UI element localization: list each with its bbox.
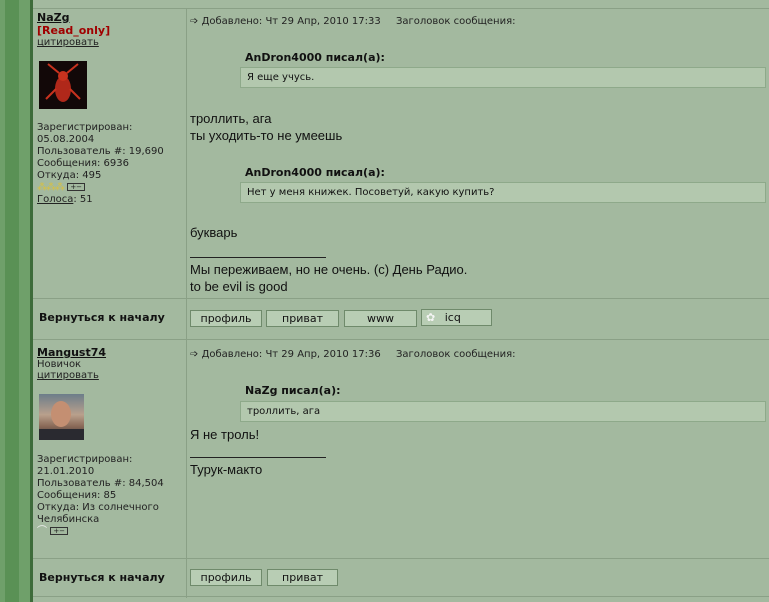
signature-line: Мы переживаем, но не очень. (с) День Рад… bbox=[190, 262, 468, 277]
votes-row: Голоса: 51 bbox=[37, 194, 183, 206]
quote-author: NaZg писал(а): bbox=[245, 384, 341, 397]
row-divider bbox=[33, 558, 769, 559]
row-divider bbox=[33, 339, 769, 340]
message-count: Сообщения: 6936 bbox=[37, 158, 130, 169]
avatar bbox=[39, 394, 84, 440]
registered-date: 05.08.2004 bbox=[37, 134, 95, 145]
post-date: Добавлено: Чт 29 Апр, 2010 17:33 bbox=[201, 16, 381, 27]
votes-value: : 51 bbox=[73, 194, 93, 205]
rating-arc-icon: ⌒ bbox=[37, 526, 47, 537]
quote-box: Я еще учусь. bbox=[240, 67, 766, 88]
post-text-line: троллить, ага bbox=[190, 111, 272, 126]
signature-line: to be evil is good bbox=[190, 279, 288, 294]
author-rank: [Read_only] bbox=[37, 24, 111, 37]
author-rank: Новичок bbox=[37, 359, 82, 370]
author-info: Зарегистрирован: 05.08.2004 Пользователь… bbox=[37, 122, 183, 206]
post-header: ➩ Добавлено: Чт 29 Апр, 2010 17:33 Загол… bbox=[190, 16, 515, 27]
registered-label: Зарегистрирован: bbox=[37, 454, 133, 465]
row-divider bbox=[33, 8, 769, 9]
registered-label: Зарегистрирован: bbox=[37, 122, 133, 133]
user-photo-icon bbox=[39, 401, 84, 440]
quote-author: AnDron4000 писал(а): bbox=[245, 166, 385, 179]
icq-label: icq bbox=[444, 311, 461, 324]
post-body: троллить, ага ты уходить-то не умеешь bbox=[190, 110, 342, 144]
pm-button[interactable]: приват bbox=[266, 310, 339, 327]
post-text-line: букварь bbox=[190, 225, 238, 240]
profile-button[interactable]: профиль bbox=[190, 569, 262, 586]
post-date: Добавлено: Чт 29 Апр, 2010 17:36 bbox=[201, 349, 381, 360]
user-number: Пользователь #: 19,690 bbox=[37, 146, 164, 157]
quote-link[interactable]: цитировать bbox=[37, 37, 183, 48]
avatar bbox=[39, 61, 87, 109]
post-text-line: Я не троль! bbox=[190, 427, 260, 442]
forum-thread: NaZg [Read_only] цитировать Зарегистриро… bbox=[33, 0, 769, 602]
post-arrow-icon[interactable]: ➩ bbox=[190, 349, 198, 360]
author-info: Зарегистрирован: 21.01.2010 Пользователь… bbox=[37, 454, 183, 538]
plus-minus-icon[interactable]: +− bbox=[67, 183, 86, 191]
profile-button[interactable]: профиль bbox=[190, 310, 262, 327]
quote-link[interactable]: цитировать bbox=[37, 370, 183, 381]
post-author-panel: NaZg [Read_only] цитировать bbox=[37, 11, 183, 48]
post-header: ➩ Добавлено: Чт 29 Апр, 2010 17:36 Загол… bbox=[190, 349, 515, 360]
votes-link[interactable]: Голоса bbox=[37, 194, 73, 205]
pm-button[interactable]: приват bbox=[267, 569, 338, 586]
post-author-panel: Mangust74 Новичок цитировать bbox=[37, 346, 183, 381]
author-location: Откуда: 495 bbox=[37, 170, 102, 181]
signature-divider bbox=[190, 457, 326, 458]
message-count: Сообщения: 85 bbox=[37, 490, 117, 501]
www-button[interactable]: www bbox=[344, 310, 417, 327]
post-arrow-icon[interactable]: ➩ bbox=[190, 16, 198, 27]
author-name[interactable]: Mangust74 bbox=[37, 346, 183, 359]
left-side-bar bbox=[0, 0, 33, 602]
plus-minus-icon[interactable]: +− bbox=[50, 527, 69, 535]
registered-date: 21.01.2010 bbox=[37, 466, 95, 477]
signature: Мы переживаем, но не очень. (с) День Рад… bbox=[190, 261, 467, 295]
signature: Турук-макто bbox=[190, 462, 263, 477]
quote-box: троллить, ага bbox=[240, 401, 766, 422]
post-subject-label: Заголовок сообщения: bbox=[395, 16, 516, 27]
quote-box: Нет у меня книжек. Посоветуй, какую купи… bbox=[240, 182, 766, 203]
author-location-cont: Челябинска bbox=[37, 514, 100, 525]
rating-row: ⁂⁂⁂ +− bbox=[37, 182, 183, 194]
quote-author: AnDron4000 писал(а): bbox=[245, 51, 385, 64]
left-side-bar-inner bbox=[5, 0, 19, 602]
back-to-top-link[interactable]: Вернуться к началу bbox=[39, 571, 165, 584]
red-creature-icon bbox=[39, 61, 87, 109]
author-location: Откуда: Из солнечного bbox=[37, 502, 159, 513]
author-name[interactable]: NaZg bbox=[37, 11, 183, 24]
column-divider bbox=[186, 8, 187, 598]
signature-divider bbox=[190, 257, 326, 258]
icq-button[interactable]: ✿ icq bbox=[421, 309, 492, 326]
row-divider bbox=[33, 298, 769, 299]
post-text-line: ты уходить-то не умеешь bbox=[190, 128, 343, 143]
rating-row: ⌒ +− bbox=[37, 526, 183, 538]
back-to-top-link[interactable]: Вернуться к началу bbox=[39, 311, 165, 324]
user-number: Пользователь #: 84,504 bbox=[37, 478, 164, 489]
rating-stars-icon: ⁂⁂⁂ bbox=[37, 182, 65, 193]
icq-flower-icon: ✿ bbox=[426, 311, 436, 324]
row-divider bbox=[33, 596, 769, 597]
post-subject-label: Заголовок сообщения: bbox=[395, 349, 516, 360]
